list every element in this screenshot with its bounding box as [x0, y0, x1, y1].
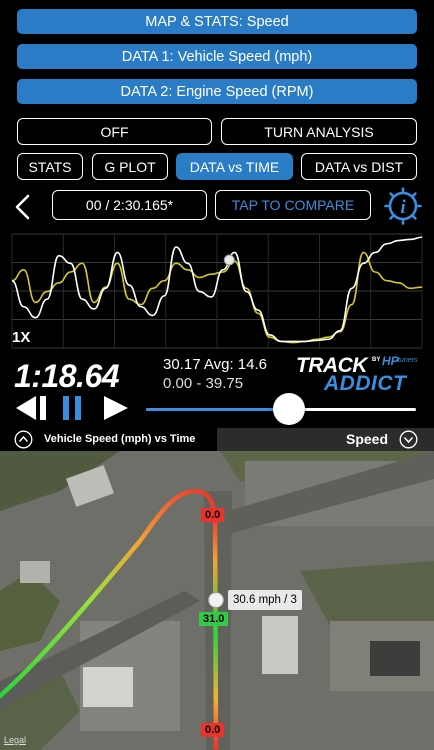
- turn-analysis-button[interactable]: TURN ANALYSIS: [221, 118, 417, 145]
- step-back-icon[interactable]: [14, 394, 52, 422]
- zoom-label: 1X: [12, 329, 31, 346]
- chevron-down-circle-icon[interactable]: [399, 430, 418, 449]
- playback-slider-track[interactable]: [146, 393, 416, 425]
- chart-plot[interactable]: [0, 226, 434, 354]
- chart-label-bar: Vehicle Speed (mph) vs Time Speed: [0, 428, 434, 451]
- speed-tag: 0.0: [201, 508, 225, 522]
- tab-g-plot[interactable]: G PLOT: [92, 153, 168, 180]
- chevron-up-circle-icon[interactable]: [14, 430, 33, 449]
- chart-cursor-marker: [223, 254, 235, 266]
- route-line: [212, 512, 219, 750]
- map-stats-button[interactable]: MAP & STATS: Speed: [17, 9, 417, 34]
- satellite-map[interactable]: 0.0 31.0 0.0 30.6 mph / 3 Legal: [0, 451, 434, 750]
- legal-link[interactable]: Legal: [4, 735, 26, 745]
- data-vs-time-chart[interactable]: 1X: [0, 226, 434, 354]
- speed-tag: 0.0: [201, 723, 225, 737]
- chevron-left-icon[interactable]: [12, 194, 32, 220]
- svg-text:i: i: [400, 197, 406, 218]
- graph-toolbar: 00 / 2:30.165* TAP TO COMPARE i: [0, 186, 434, 226]
- lap-time-selector[interactable]: 00 / 2:30.165*: [52, 190, 207, 220]
- data1-button[interactable]: DATA 1: Vehicle Speed (mph): [17, 44, 417, 69]
- speed-stat-line: 30.17 Avg: 14.6: [163, 356, 267, 373]
- tab-data-vs-dist[interactable]: DATA vs DIST: [301, 153, 417, 180]
- range-stat-line: 0.00 - 39.75: [163, 375, 244, 392]
- playback-slider-thumb[interactable]: [273, 393, 306, 425]
- position-marker: [208, 592, 224, 608]
- chart-title-label: Vehicle Speed (mph) vs Time: [44, 433, 196, 445]
- tap-to-compare-button[interactable]: TAP TO COMPARE: [215, 190, 371, 220]
- pause-icon[interactable]: [60, 394, 86, 422]
- data2-button[interactable]: DATA 2: Engine Speed (RPM): [17, 79, 417, 104]
- off-button[interactable]: OFF: [17, 118, 212, 145]
- playback-slider-fill: [146, 408, 290, 411]
- info-gear-icon[interactable]: i: [384, 187, 422, 225]
- map-metric-label: Speed: [346, 431, 389, 447]
- map-metric-selector[interactable]: Speed: [217, 428, 434, 451]
- tab-stats[interactable]: STATS: [17, 153, 83, 180]
- tab-data-vs-time[interactable]: DATA vs TIME: [176, 153, 293, 180]
- playback-controls: 1:18.64 30.17 Avg: 14.6 0.00 - 39.75 TRA…: [0, 354, 434, 428]
- track-addict-logo: TRACK BY HP tuners ADDICT: [296, 354, 418, 395]
- speed-tag: 31.0: [199, 612, 229, 626]
- speed-callout: 30.6 mph / 3: [228, 590, 302, 610]
- play-icon[interactable]: [101, 394, 131, 422]
- lap-timer: 1:18.64: [14, 358, 120, 394]
